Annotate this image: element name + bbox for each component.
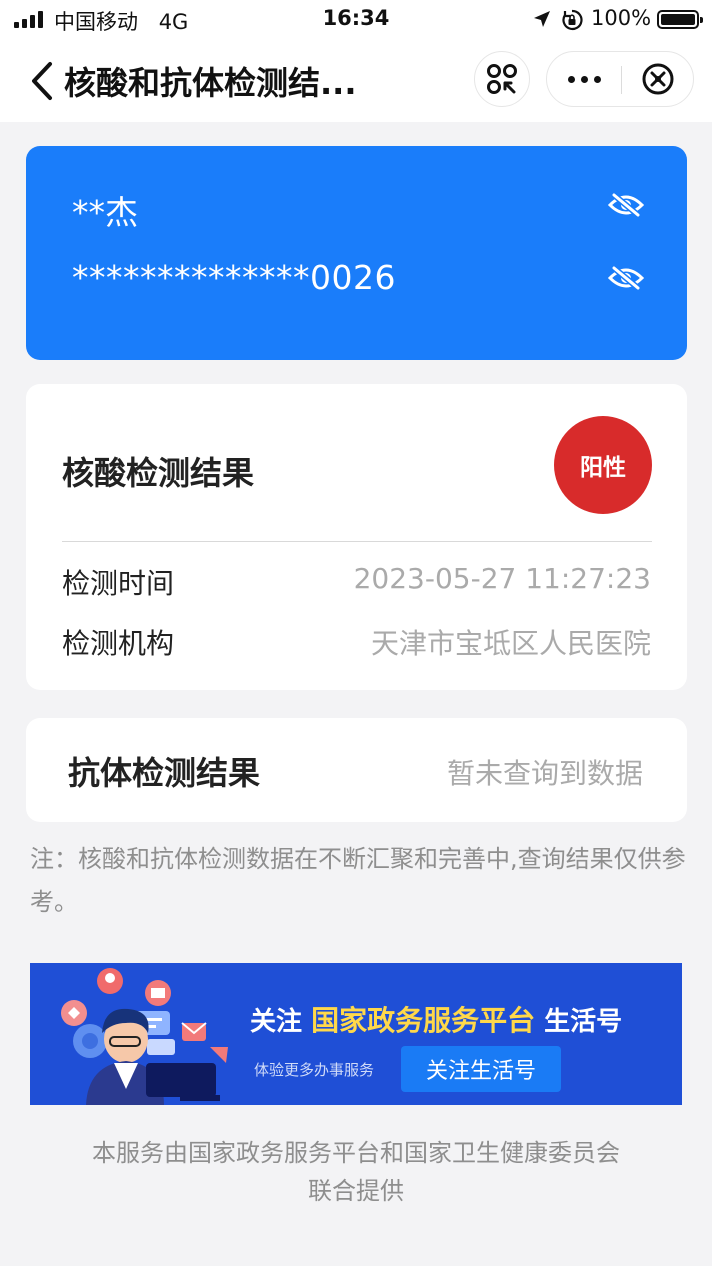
status-badge: 阳性 (554, 416, 652, 514)
qr-scan-icon (487, 64, 517, 94)
menu-capsule (546, 51, 694, 107)
close-button[interactable] (622, 52, 694, 106)
footer-line2: 联合提供 (308, 1177, 404, 1205)
test-time-label: 检测时间 (62, 567, 175, 600)
antibody-result-value: 暂未查询到数据 (446, 757, 643, 790)
antibody-result-title: 抗体检测结果 (68, 754, 261, 792)
nav-bar: 核酸和抗体检测结... (0, 40, 712, 122)
test-time-value: 2023-05-27 11:27:23 (353, 562, 651, 595)
battery-icon (657, 10, 703, 29)
disclaimer-note: 注：核酸和抗体检测数据在不断汇聚和完善中,查询结果仅供参考。 (30, 845, 686, 916)
page-title: 核酸和抗体检测结... (64, 64, 357, 102)
qr-scan-button[interactable] (474, 51, 530, 107)
close-circle-icon (642, 63, 674, 95)
divider (62, 541, 652, 542)
masked-id-number: **************0026 (72, 258, 396, 297)
location-arrow-icon (534, 11, 550, 27)
status-bar: 中国移动 4G 16:34 100% (0, 0, 712, 40)
nucleic-result-card: 核酸检测结果 阳性 检测时间 2023-05-27 11:27:23 检测机构 … (26, 384, 687, 690)
more-dots-icon[interactable] (547, 52, 621, 106)
customer-service-illustration (61, 968, 228, 1105)
antibody-result-card[interactable]: 抗体检测结果 暂未查询到数据 (26, 718, 687, 822)
banner-subtitle: 体验更多办事服务 (254, 1061, 375, 1079)
footer-line1: 本服务由国家政务服务平台和国家卫生健康委员会 (92, 1139, 620, 1167)
institution-value: 天津市宝坻区人民医院 (370, 627, 651, 660)
follow-button[interactable]: 关注生活号 (401, 1046, 561, 1092)
back-chevron-icon[interactable] (26, 58, 60, 104)
nucleic-result-title: 核酸检测结果 (62, 454, 255, 492)
banner-suffix: 生活号 (544, 1007, 623, 1037)
identity-card: **杰 **************0026 (26, 146, 687, 360)
screen: 中国移动 4G 16:34 100% 核酸和抗体检测结... **杰 *****… (0, 0, 712, 1266)
banner-headline: 关注 国家政务服务平台 生活号 (250, 999, 622, 1039)
masked-name: **杰 (72, 193, 138, 232)
banner-prefix: 关注 (250, 1007, 303, 1037)
battery-percent: 100% (591, 6, 652, 30)
banner-highlight: 国家政务服务平台 (311, 1004, 536, 1037)
institution-label: 检测机构 (62, 627, 175, 660)
promo-banner[interactable]: 关注 国家政务服务平台 生活号 体验更多办事服务 关注生活号 (30, 963, 682, 1105)
orientation-lock-icon (562, 9, 583, 31)
eye-hidden-icon[interactable] (608, 265, 644, 291)
eye-hidden-icon[interactable] (608, 192, 644, 218)
footer: 本服务由国家政务服务平台和国家卫生健康委员会 联合提供 (0, 1134, 712, 1210)
